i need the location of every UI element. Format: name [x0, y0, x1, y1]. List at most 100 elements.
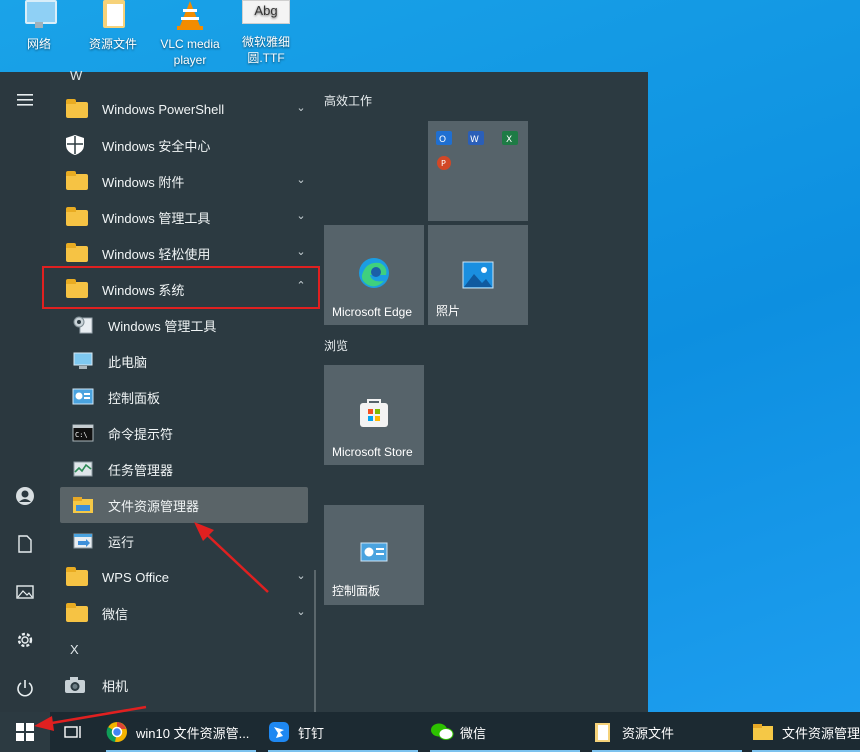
vlc-cone-icon	[172, 0, 208, 32]
app-windows-ease-of-access[interactable]: Windows 轻松使用 ⌄	[58, 236, 318, 270]
power-icon[interactable]	[9, 672, 41, 704]
app-windows-admin-tools-folder[interactable]: Windows 管理工具 ⌄	[58, 200, 318, 234]
hamburger-menu-icon[interactable]	[9, 84, 41, 116]
chevron-down-icon: ⌄	[296, 606, 306, 618]
app-label: Windows 管理工具	[102, 210, 211, 226]
tile-label: 控制面板	[332, 584, 381, 598]
app-list-scrollbar[interactable]	[314, 570, 316, 712]
folder-icon	[64, 242, 90, 264]
chevron-down-icon: ⌄	[296, 174, 306, 186]
app-windows-admin-tools[interactable]: Windows 管理工具	[58, 308, 318, 342]
control-panel-icon	[72, 386, 98, 408]
svg-text:W: W	[470, 135, 479, 145]
app-camera[interactable]: 相机	[58, 668, 318, 702]
app-task-manager[interactable]: 任务管理器	[58, 452, 318, 486]
edge-icon	[358, 257, 390, 292]
task-manager-icon	[72, 458, 98, 480]
svg-text:P: P	[441, 159, 446, 168]
app-label: Windows 附件	[102, 174, 185, 190]
start-rail	[0, 72, 50, 712]
font-file-icon: Abg	[242, 0, 290, 24]
network-icon	[21, 0, 57, 32]
photos-icon	[462, 261, 494, 292]
taskbar-item-label: 文件资源管理器	[782, 725, 860, 741]
tile-microsoft-store[interactable]: Microsoft Store	[324, 365, 424, 465]
app-control-panel[interactable]: 控制面板	[58, 380, 318, 414]
tile-office-apps[interactable]: O W X P	[428, 121, 528, 221]
taskbar-item-resource-files[interactable]: 资源文件	[592, 712, 742, 752]
desktop-icon-label: 网络	[26, 37, 51, 51]
file-explorer-icon	[72, 494, 98, 516]
shield-icon	[64, 134, 90, 156]
cmd-icon: C:\	[72, 422, 98, 444]
app-label: 运行	[108, 534, 135, 550]
office-apps-icon: O W X P	[428, 121, 528, 184]
annotation-highlight-box	[42, 266, 320, 309]
pictures-icon[interactable]	[9, 576, 41, 608]
app-run[interactable]: 运行	[58, 524, 318, 558]
taskbar-item-wechat[interactable]: 微信	[430, 712, 580, 752]
this-pc-icon	[72, 350, 98, 372]
desktop-icon-resource-files[interactable]: 资源文件	[82, 0, 144, 52]
tile-group-header[interactable]: 高效工作	[324, 92, 372, 109]
app-label: Windows 安全中心	[102, 138, 211, 154]
letter-header-x[interactable]: X	[70, 642, 79, 657]
tile-microsoft-edge[interactable]: Microsoft Edge	[324, 225, 424, 325]
dingtalk-icon	[268, 721, 290, 743]
app-windows-accessories[interactable]: Windows 附件 ⌄	[58, 164, 318, 198]
app-command-prompt[interactable]: C:\ 命令提示符	[58, 416, 318, 450]
desktop-icon-font-file[interactable]: Abg 微软雅细圆.TTF	[234, 0, 298, 66]
app-label: 任务管理器	[108, 462, 174, 478]
control-panel-icon	[360, 541, 388, 568]
desktop-icon-label: VLC media player	[160, 37, 220, 67]
folder-icon	[64, 602, 90, 624]
folder-file-icon	[95, 0, 131, 32]
chrome-like-icon	[106, 721, 128, 743]
app-label: 相机	[102, 678, 129, 694]
tile-photos[interactable]: 照片	[428, 225, 528, 325]
windows-logo-icon	[16, 723, 34, 741]
start-button[interactable]	[0, 712, 50, 752]
tile-label: Microsoft Store	[332, 445, 413, 459]
svg-text:X: X	[506, 135, 512, 145]
user-account-icon[interactable]	[9, 480, 41, 512]
folder-icon	[64, 170, 90, 192]
taskbar-item-browser[interactable]: win10 文件资源管...	[106, 712, 256, 752]
svg-text:O: O	[439, 135, 446, 145]
desktop-icon-network[interactable]: 网络	[8, 0, 70, 52]
desktop-icon-vlc[interactable]: VLC media player	[156, 0, 224, 68]
wechat-icon	[430, 721, 454, 743]
chevron-down-icon: ⌄	[296, 570, 306, 582]
tile-label: Microsoft Edge	[332, 305, 413, 319]
app-label: Windows 轻松使用	[102, 246, 211, 262]
documents-icon[interactable]	[9, 528, 41, 560]
task-view-icon	[64, 726, 81, 738]
app-label: Windows PowerShell	[102, 101, 225, 117]
desktop-icon-label: 资源文件	[88, 37, 137, 51]
app-windows-powershell[interactable]: Windows PowerShell ⌄	[58, 92, 318, 126]
app-label: Windows 管理工具	[108, 318, 217, 334]
camera-icon	[64, 674, 90, 696]
task-view-button[interactable]	[58, 712, 88, 752]
app-list: W Windows PowerShell ⌄ Windows 安全中心 Wind…	[50, 68, 318, 712]
app-file-explorer[interactable]: 文件资源管理器	[60, 487, 308, 523]
settings-gear-icon[interactable]	[9, 624, 41, 656]
app-label: WPS Office	[102, 569, 169, 585]
taskbar-item-dingtalk[interactable]: 钉钉	[268, 712, 418, 752]
font-preview-text: Abg	[254, 3, 278, 18]
app-label: 此电脑	[108, 354, 148, 370]
app-wechat-folder[interactable]: 微信 ⌄	[58, 596, 318, 630]
taskbar-item-file-explorer[interactable]: 文件资源管理器	[752, 712, 860, 752]
app-this-pc[interactable]: 此电脑	[58, 344, 318, 378]
chevron-down-icon: ⌄	[296, 246, 306, 258]
start-menu: W Windows PowerShell ⌄ Windows 安全中心 Wind…	[0, 68, 648, 712]
app-wps-office[interactable]: WPS Office ⌄	[58, 560, 318, 594]
run-icon	[72, 530, 98, 552]
letter-header-w[interactable]: W	[70, 68, 82, 83]
file-explorer-icon	[752, 721, 774, 743]
app-windows-security[interactable]: Windows 安全中心	[58, 128, 318, 162]
app-label: 命令提示符	[108, 426, 174, 442]
tile-group-header[interactable]: 浏览	[324, 337, 348, 354]
tile-label: 照片	[436, 304, 461, 318]
tile-control-panel[interactable]: 控制面板	[324, 505, 424, 605]
